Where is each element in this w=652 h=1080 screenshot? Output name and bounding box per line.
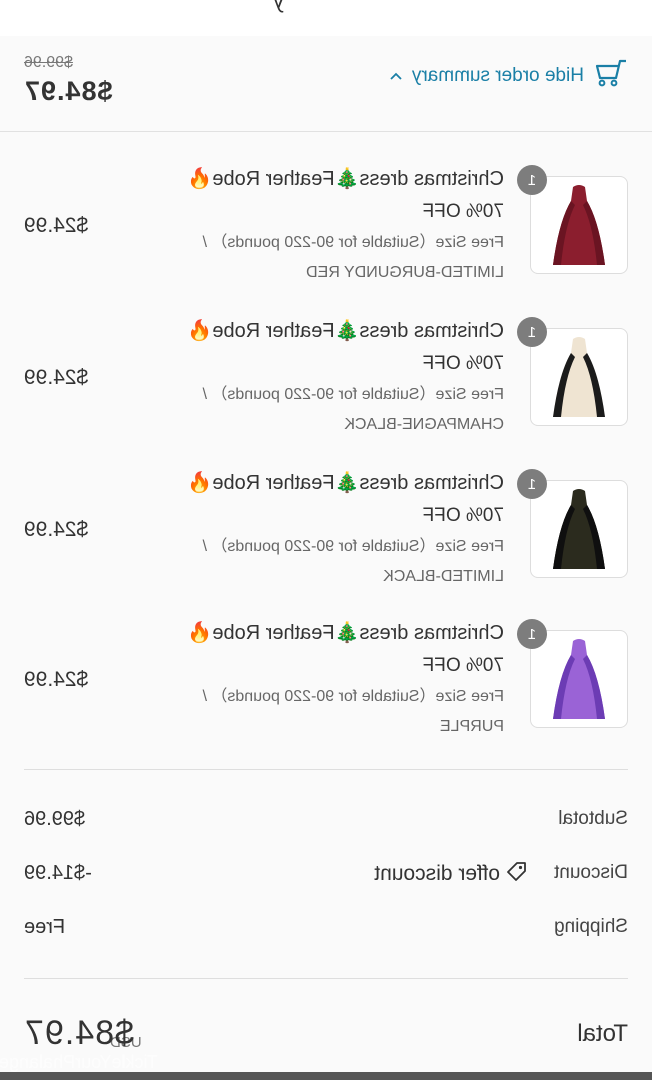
hide-order-summary-button[interactable]: Hide order summary [390, 58, 628, 93]
cart-icon [594, 58, 628, 93]
dress-image [553, 489, 605, 569]
item-price: $24.99 [24, 366, 89, 389]
item-discount-tag: 70% OFF [422, 655, 504, 676]
quantity-badge: 1 [517, 619, 547, 649]
item-info: Christmas dress🎄Feather Robe🔥 70% OFF Fr… [136, 162, 504, 288]
line-item: 1 Christmas dress🎄Feather Robe🔥 70% OFF … [24, 466, 628, 596]
discount-row: Discount offer discount -$14.99 [24, 862, 628, 892]
item-info: Christmas dress🎄Feather Robe🔥 70% OFF Fr… [136, 466, 504, 592]
item-variant-size: Free Size（Suitable for 90-220 pounds） / [202, 538, 504, 555]
original-price: $99.96 [24, 54, 73, 71]
item-discount-tag: 70% OFF [422, 353, 504, 374]
item-title: Christmas dress🎄Feather Robe🔥 [187, 622, 504, 644]
quantity-badge: 1 [517, 317, 547, 347]
item-discount-tag: 70% OFF [422, 201, 504, 222]
item-info: Christmas dress🎄Feather Robe🔥 70% OFF Fr… [136, 616, 504, 742]
discount-label: Discount [554, 862, 628, 883]
product-thumbnail: 1 [517, 317, 628, 426]
quantity-badge: 1 [517, 165, 547, 195]
item-variant-color: LIMITED-BURGUNDY RED [306, 264, 504, 281]
item-title: Christmas dress🎄Feather Robe🔥 [187, 168, 504, 190]
header-cut-text: y [273, 0, 284, 13]
shipping-label: Shipping [554, 916, 628, 937]
watermark: TickleYourPhalanges [0, 1052, 158, 1072]
item-info: Christmas dress🎄Feather Robe🔥 70% OFF Fr… [136, 314, 504, 440]
line-item: 1 Christmas dress🎄Feather Robe🔥 70% OFF … [24, 314, 628, 444]
shipping-row: Shipping Free [24, 916, 628, 946]
discount-code: offer discount [374, 860, 528, 888]
summary-price: $99.96 $84.97 [24, 54, 113, 107]
item-variant-size: Free Size（Suitable for 90-220 pounds） / [202, 386, 504, 403]
item-variant-color: PURPLE [439, 718, 504, 735]
item-price: $24.99 [24, 668, 89, 691]
subtotal-label: Subtotal [558, 808, 628, 829]
product-thumbnail: 1 [517, 165, 628, 274]
item-price: $24.99 [24, 518, 89, 541]
discount-code-text: offer discount [374, 862, 500, 885]
total-value: $84.97 [24, 1014, 134, 1052]
dress-image [553, 185, 605, 265]
subtotal-row: Subtotal $99.96 [24, 808, 628, 838]
item-title: Christmas dress🎄Feather Robe🔥 [187, 472, 504, 494]
quantity-badge: 1 [517, 469, 547, 499]
mirrored-page: y Hide order summary $99.96 $84.97 1 Chr… [0, 0, 652, 1080]
product-thumbnail: 1 [517, 619, 628, 728]
current-price: $84.97 [24, 76, 113, 106]
item-variant-size: Free Size（Suitable for 90-220 pounds） / [202, 688, 504, 705]
toggle-label: Hide order summary [411, 64, 584, 86]
divider [24, 769, 628, 770]
product-thumbnail: 1 [517, 469, 628, 578]
tag-icon [506, 860, 528, 888]
item-variant-color: LIMITED-BLACK [383, 568, 504, 585]
discount-value: -$14.99 [24, 862, 92, 884]
dress-image [553, 639, 605, 719]
divider [24, 978, 628, 979]
total-label: Total [577, 1020, 628, 1047]
line-item: 1 Christmas dress🎄Feather Robe🔥 70% OFF … [24, 616, 628, 746]
subtotal-value: $99.96 [24, 808, 86, 830]
item-title: Christmas dress🎄Feather Robe🔥 [187, 320, 504, 342]
item-discount-tag: 70% OFF [422, 505, 504, 526]
dress-image [553, 337, 605, 417]
bottom-bar [0, 1072, 652, 1080]
chevron-up-icon [390, 68, 402, 84]
line-item: 1 Christmas dress🎄Feather Robe🔥 70% OFF … [24, 162, 628, 292]
top-bar: y [0, 0, 652, 37]
item-variant-size: Free Size（Suitable for 90-220 pounds） / [202, 234, 504, 251]
item-variant-color: CHAMPAGNE-BLACK [344, 416, 504, 433]
order-summary-toggle[interactable]: Hide order summary $99.96 $84.97 [0, 36, 652, 132]
item-price: $24.99 [24, 214, 89, 237]
shipping-value: Free [24, 916, 66, 938]
